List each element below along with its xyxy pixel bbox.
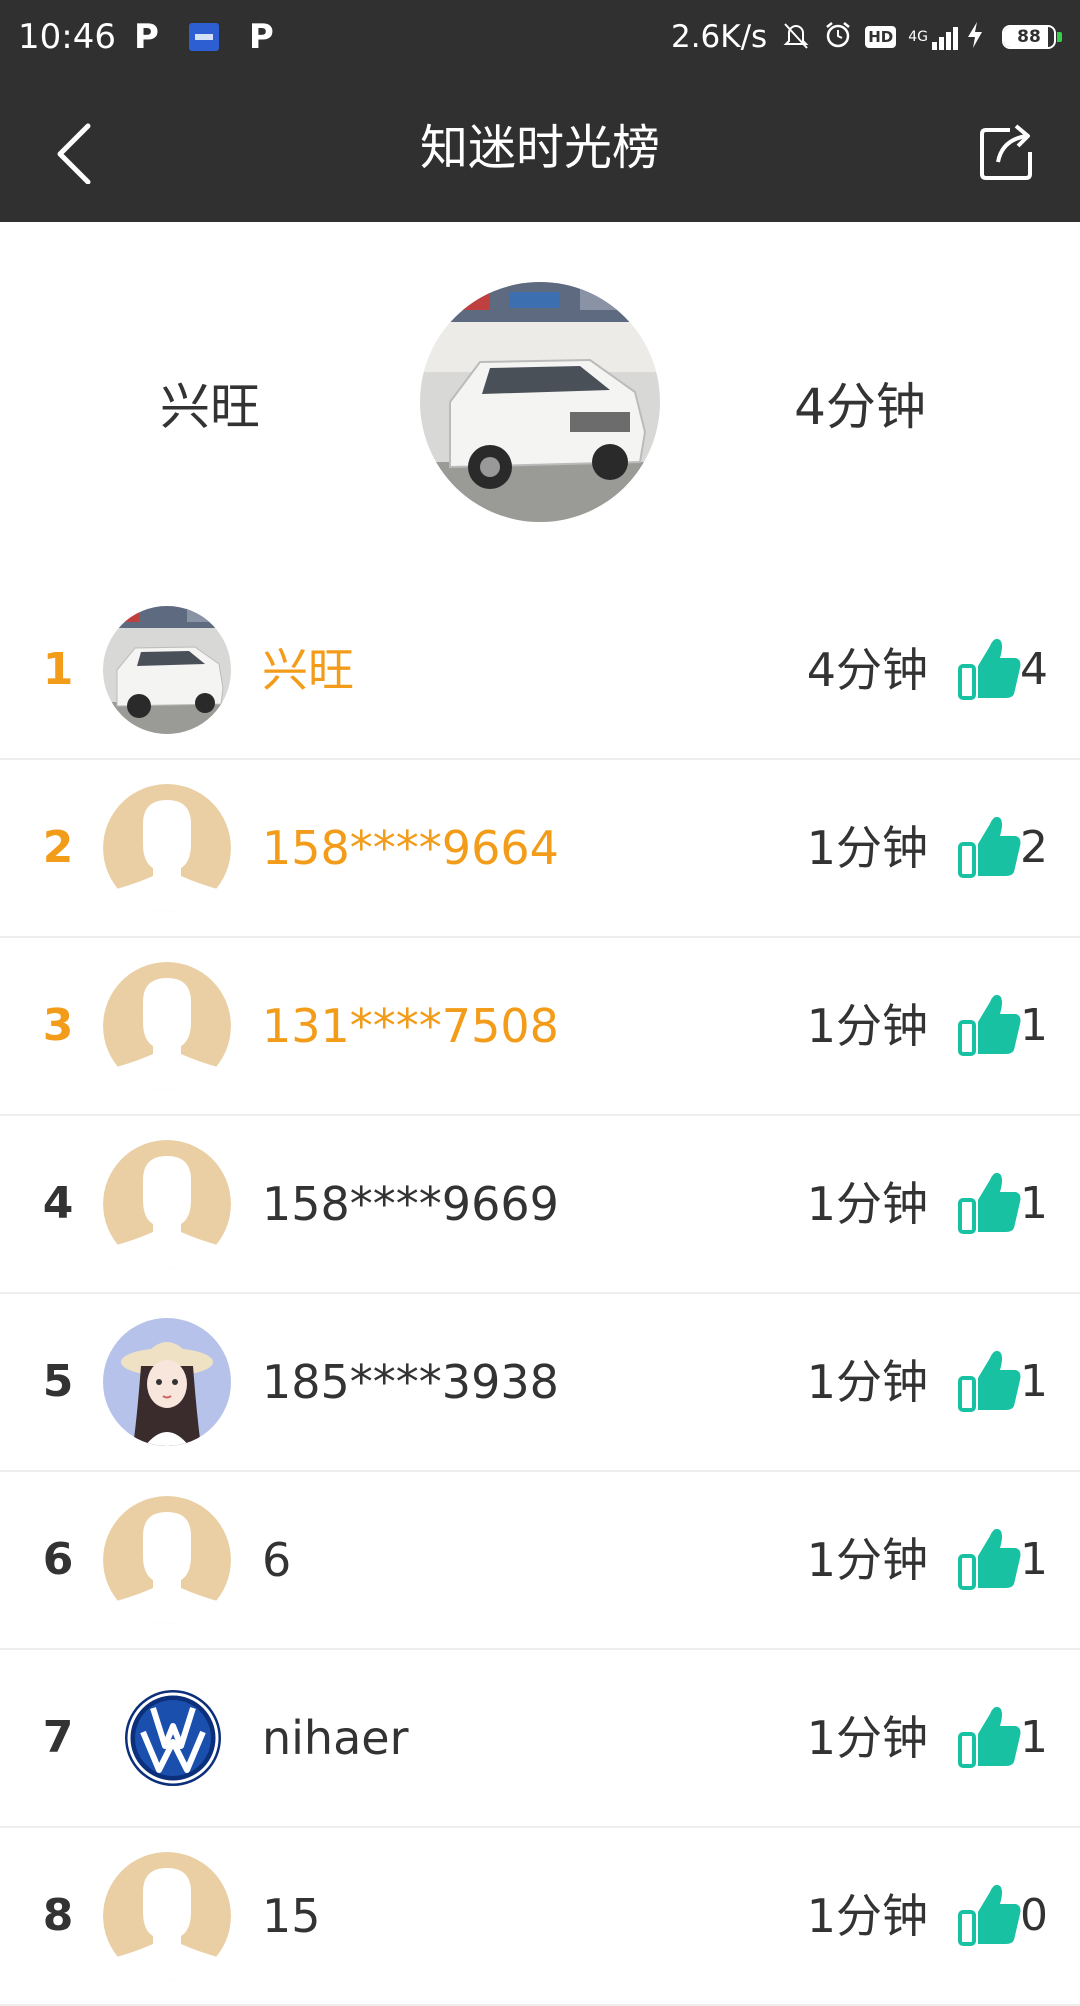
user-avatar[interactable] [103,1496,231,1624]
thumbs-up-icon[interactable] [958,810,1024,880]
read-duration: 4分钟 [806,643,928,697]
like-count: 4 [1020,644,1048,695]
share-button[interactable] [970,114,1040,184]
rank-number: 1 [42,644,74,695]
top-user-avatar[interactable] [420,282,660,522]
top-user-time: 4分钟 [794,378,926,436]
user-avatar[interactable] [103,1852,231,1980]
user-name: nihaer [262,1711,409,1765]
autohome-app-icon [188,23,219,51]
battery-icon: 88 [1002,25,1062,49]
leaderboard-row[interactable]: 3 131****7508 1分钟 1 [0,938,1080,1116]
user-avatar[interactable] [103,1318,231,1446]
rank-number: 7 [42,1712,74,1763]
thumbs-up-icon[interactable] [958,1878,1024,1948]
top-user-section: 兴旺 4分钟 [0,222,1080,582]
default-avatar-icon [103,1140,231,1268]
status-time: 10:46 [18,17,116,57]
thumbs-up-icon[interactable] [958,988,1024,1058]
leaderboard-row[interactable]: 7 nihaer 1分钟 1 [0,1650,1080,1828]
user-avatar[interactable] [103,606,231,734]
default-avatar-icon [103,784,231,912]
battery-level: 88 [1017,27,1041,47]
parking-app-icon-2: P [248,17,274,57]
rank-number: 5 [42,1356,74,1407]
user-name: 185****3938 [262,1355,559,1409]
parking-app-icon: P [133,17,159,57]
alarm-icon [823,20,853,55]
like-count: 1 [1020,1356,1048,1407]
like-count: 1 [1020,1178,1048,1229]
thumbs-up-icon[interactable] [958,1522,1024,1592]
hd-voice-icon: HD [865,26,897,48]
mute-bell-icon [781,20,811,55]
like-count: 0 [1020,1890,1048,1941]
read-duration: 1分钟 [806,821,928,875]
user-name: 131****7508 [262,999,559,1053]
car-photo [103,606,231,734]
leaderboard-row[interactable]: 5 185****3938 1分钟 1 [0,1294,1080,1472]
user-avatar[interactable] [103,1674,231,1802]
leaderboard-row[interactable]: 8 15 1分钟 0 [0,1828,1080,2006]
rank-number: 4 [42,1178,74,1229]
network-type: 4G [908,29,928,45]
read-duration: 1分钟 [806,1355,928,1409]
read-duration: 1分钟 [806,1711,928,1765]
page-title: 知迷时光榜 [419,120,660,176]
rank-number: 2 [42,822,74,873]
thumbs-up-icon[interactable] [958,1166,1024,1236]
default-avatar-icon [103,1852,231,1980]
thumbs-up-icon[interactable] [958,1700,1024,1770]
header-bar: 知迷时光榜 [0,74,1080,222]
share-icon [980,124,1032,180]
user-avatar[interactable] [103,1140,231,1268]
status-bar: 10:46 P P 2.6K/s HD 4G 88 [0,0,1080,74]
charging-icon [966,21,984,54]
read-duration: 1分钟 [806,999,928,1053]
like-count: 1 [1020,1534,1048,1585]
read-duration: 1分钟 [806,1177,928,1231]
network-speed: 2.6K/s [670,19,768,55]
car-photo [420,282,660,522]
user-name: 6 [262,1533,292,1587]
top-user-name: 兴旺 [160,378,260,436]
thumbs-up-icon[interactable] [958,632,1024,702]
like-count: 1 [1020,1000,1048,1051]
default-avatar-icon [103,962,231,1090]
thumbs-up-icon[interactable] [958,1344,1024,1414]
user-name: 15 [262,1889,321,1943]
leaderboard-list: 1 兴旺 4分钟 4 2 158****9664 1分钟 2 3 131****7508 1分钟 1 4… [0,582,1080,2006]
rank-number: 6 [42,1534,74,1585]
user-avatar[interactable] [103,784,231,912]
vw-logo [103,1674,231,1802]
leaderboard-row[interactable]: 6 6 1分钟 1 [0,1472,1080,1650]
read-duration: 1分钟 [806,1889,928,1943]
leaderboard-row[interactable]: 4 158****9669 1分钟 1 [0,1116,1080,1294]
like-count: 1 [1020,1712,1048,1763]
leaderboard-row[interactable]: 1 兴旺 4分钟 4 [0,582,1080,760]
status-bar-left: 10:46 P P [18,17,304,57]
signal-icon [930,24,958,50]
read-duration: 1分钟 [806,1533,928,1587]
girl-illustration [103,1318,231,1446]
like-count: 2 [1020,822,1048,873]
user-name: 158****9669 [262,1177,559,1231]
user-name: 158****9664 [262,821,559,875]
user-avatar[interactable] [103,962,231,1090]
user-name: 兴旺 [262,643,354,697]
rank-number: 8 [42,1890,74,1941]
rank-number: 3 [42,1000,74,1051]
leaderboard-row[interactable]: 2 158****9664 1分钟 2 [0,760,1080,938]
status-bar-right: 2.6K/s HD 4G 88 [671,19,1062,55]
default-avatar-icon [103,1496,231,1624]
